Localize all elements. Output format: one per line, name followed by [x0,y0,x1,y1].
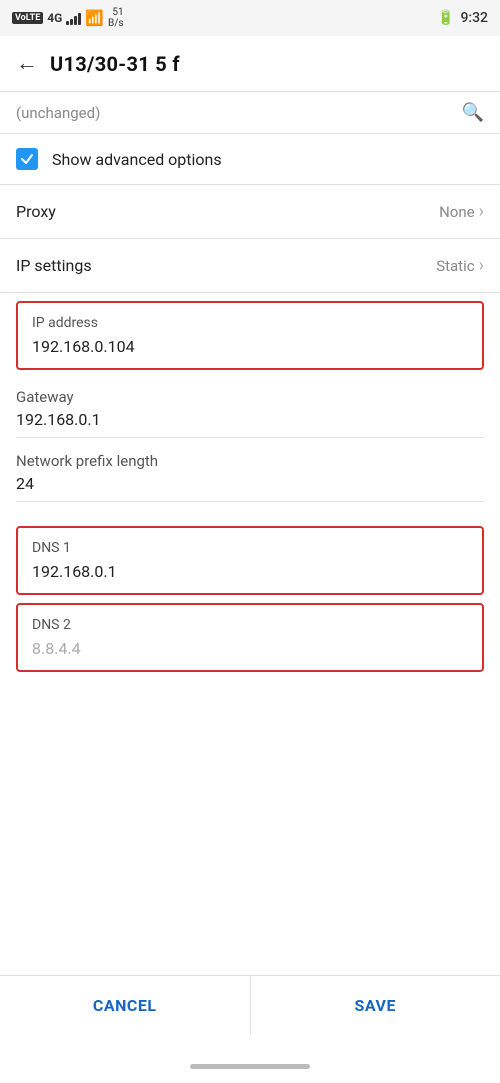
ip-address-label: IP address [32,315,468,331]
wifi-icon: 📶 [85,9,104,27]
status-left: VoLTE 4G 📶 51 B/s [12,7,124,29]
ip-address-value: 192.168.0.104 [32,337,468,356]
unchanged-bar: (unchanged) 🔍 [0,92,500,134]
unchanged-text: (unchanged) [16,104,100,122]
dns2-label: DNS 2 [32,617,468,633]
time-display: 9:32 [460,10,488,26]
proxy-value-container: None › [439,201,484,222]
advanced-checkbox[interactable] [16,148,38,170]
volte-badge: VoLTE [12,12,43,24]
proxy-row[interactable]: Proxy None › [0,185,500,239]
signal-bars [66,11,81,25]
dns2-value: 8.8.4.4 [32,639,468,658]
checkmark-icon [20,152,34,166]
content-area: (unchanged) 🔍 Show advanced options Prox… [0,92,500,780]
gateway-label: Gateway [16,388,484,406]
toolbar: ← U13/30-31 5 f [0,36,500,92]
dns1-label: DNS 1 [32,540,468,556]
dns1-value: 192.168.0.1 [32,562,468,581]
back-button[interactable]: ← [16,53,38,75]
home-indicator [190,1064,310,1069]
dns2-box[interactable]: DNS 2 8.8.4.4 [16,603,484,672]
advanced-options-row[interactable]: Show advanced options [0,134,500,185]
gateway-field: Gateway 192.168.0.1 [0,378,500,442]
bottom-action-bar: CANCEL SAVE [0,975,500,1035]
ip-settings-row[interactable]: IP settings Static › [0,239,500,293]
proxy-value: None [439,203,475,221]
dns1-box[interactable]: DNS 1 192.168.0.1 [16,526,484,595]
ip-address-box[interactable]: IP address 192.168.0.104 [16,301,484,370]
proxy-label: Proxy [16,202,56,221]
status-right: 🔋 9:32 [437,10,488,26]
page-title: U13/30-31 5 f [50,52,180,76]
ip-settings-value-container: Static › [436,255,484,276]
network-prefix-field: Network prefix length 24 [0,442,500,506]
network-prefix-label: Network prefix length [16,452,484,470]
ip-settings-label: IP settings [16,256,92,275]
network-prefix-value: 24 [16,474,484,502]
cancel-button[interactable]: CANCEL [0,976,251,1035]
ip-settings-chevron-icon: › [479,255,484,276]
battery-icon: 🔋 [437,10,454,26]
status-bar: VoLTE 4G 📶 51 B/s 🔋 9:32 [0,0,500,36]
gateway-value: 192.168.0.1 [16,410,484,438]
save-button[interactable]: SAVE [251,976,500,1035]
search-icon[interactable]: 🔍 [462,102,484,123]
advanced-options-label: Show advanced options [52,150,222,169]
signal-4g: 4G [47,11,62,25]
data-speed: 51 B/s [108,7,124,29]
ip-settings-value: Static [436,257,474,275]
proxy-chevron-icon: › [479,201,484,222]
